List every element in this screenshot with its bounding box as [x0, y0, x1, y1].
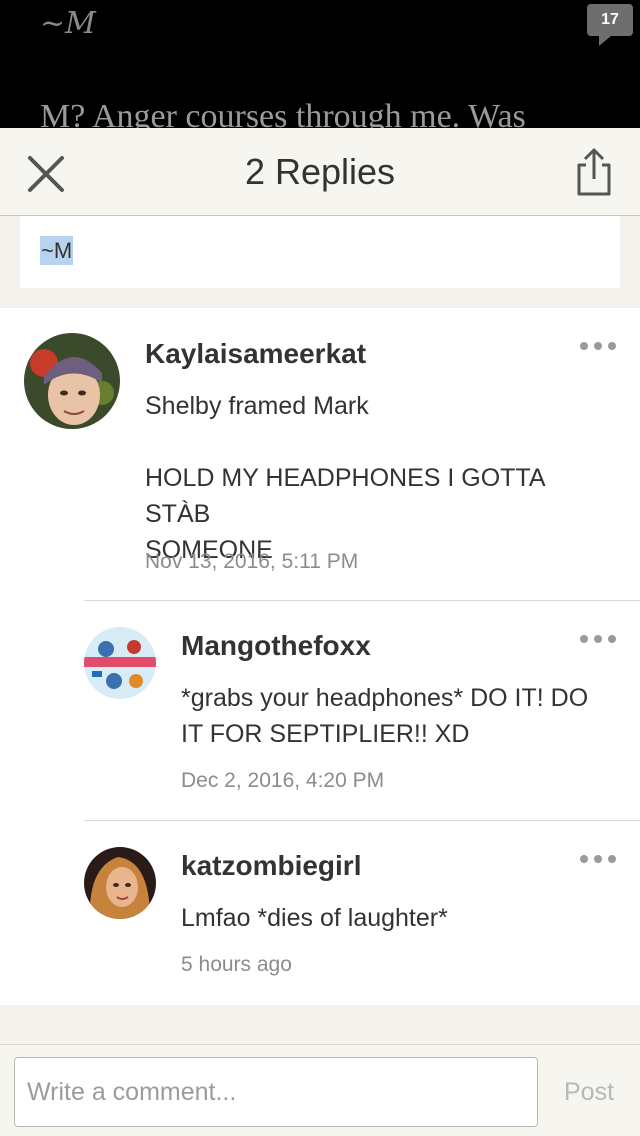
- share-button[interactable]: [570, 144, 618, 200]
- post-button[interactable]: Post: [552, 1057, 626, 1127]
- story-background: ~M M? Anger courses through me. Was 17: [0, 0, 640, 128]
- comment-item: Mangothefoxx *grabs your headphones* DO …: [0, 601, 640, 820]
- comment-body: *grabs your headphones* DO IT! DO IT FOR…: [181, 684, 589, 748]
- comment-timestamp: 5 hours ago: [181, 953, 292, 976]
- comment-timestamp: Nov 13, 2016, 5:11 PM: [145, 550, 359, 573]
- quoted-passage: ~M: [20, 216, 620, 288]
- more-dot-icon: [608, 635, 616, 643]
- more-options-button[interactable]: [576, 332, 620, 360]
- more-options-button[interactable]: [576, 625, 620, 653]
- comment-username[interactable]: Mangothefoxx: [181, 630, 371, 662]
- more-dot-icon: [580, 342, 588, 350]
- comment-item: Kaylaisameerkat Shelby framed Mark HOLD …: [0, 308, 640, 600]
- more-dot-icon: [580, 855, 588, 863]
- comment-count-badge[interactable]: 17: [587, 4, 633, 46]
- comment-timestamp: Dec 2, 2016, 4:20 PM: [181, 769, 385, 792]
- comment-item: katzombiegirl Lmfao *dies of laughter* 5…: [0, 821, 640, 1005]
- comment-username[interactable]: katzombiegirl: [181, 850, 361, 882]
- avatar[interactable]: [84, 627, 156, 699]
- comment-body: Shelby framed Mark HOLD MY HEADPHONES I …: [145, 392, 545, 564]
- story-text: M? Anger courses through me. Was: [40, 98, 526, 128]
- more-dot-icon: [608, 855, 616, 863]
- more-options-button[interactable]: [576, 845, 620, 873]
- avatar[interactable]: [84, 847, 156, 919]
- quoted-text: ~M: [40, 236, 74, 265]
- comment-username[interactable]: Kaylaisameerkat: [145, 338, 366, 370]
- comment-body: Lmfao *dies of laughter*: [181, 904, 448, 932]
- more-dot-icon: [594, 855, 602, 863]
- more-dot-icon: [580, 635, 588, 643]
- comment-composer: Post: [0, 1044, 640, 1136]
- story-title: ~M: [40, 6, 96, 41]
- share-icon: [577, 148, 611, 196]
- close-button[interactable]: [22, 150, 70, 198]
- replies-sheet: 2 Replies ~M Kaylaisameerkat Shelby fram…: [0, 128, 640, 1136]
- more-dot-icon: [608, 342, 616, 350]
- more-dot-icon: [594, 635, 602, 643]
- comment-list: Kaylaisameerkat Shelby framed Mark HOLD …: [0, 308, 640, 1005]
- more-dot-icon: [594, 342, 602, 350]
- close-icon: [28, 156, 64, 192]
- comment-input[interactable]: [14, 1057, 538, 1127]
- sheet-title: 2 Replies: [244, 151, 396, 192]
- avatar[interactable]: [24, 333, 120, 429]
- sheet-header: 2 Replies: [0, 128, 640, 216]
